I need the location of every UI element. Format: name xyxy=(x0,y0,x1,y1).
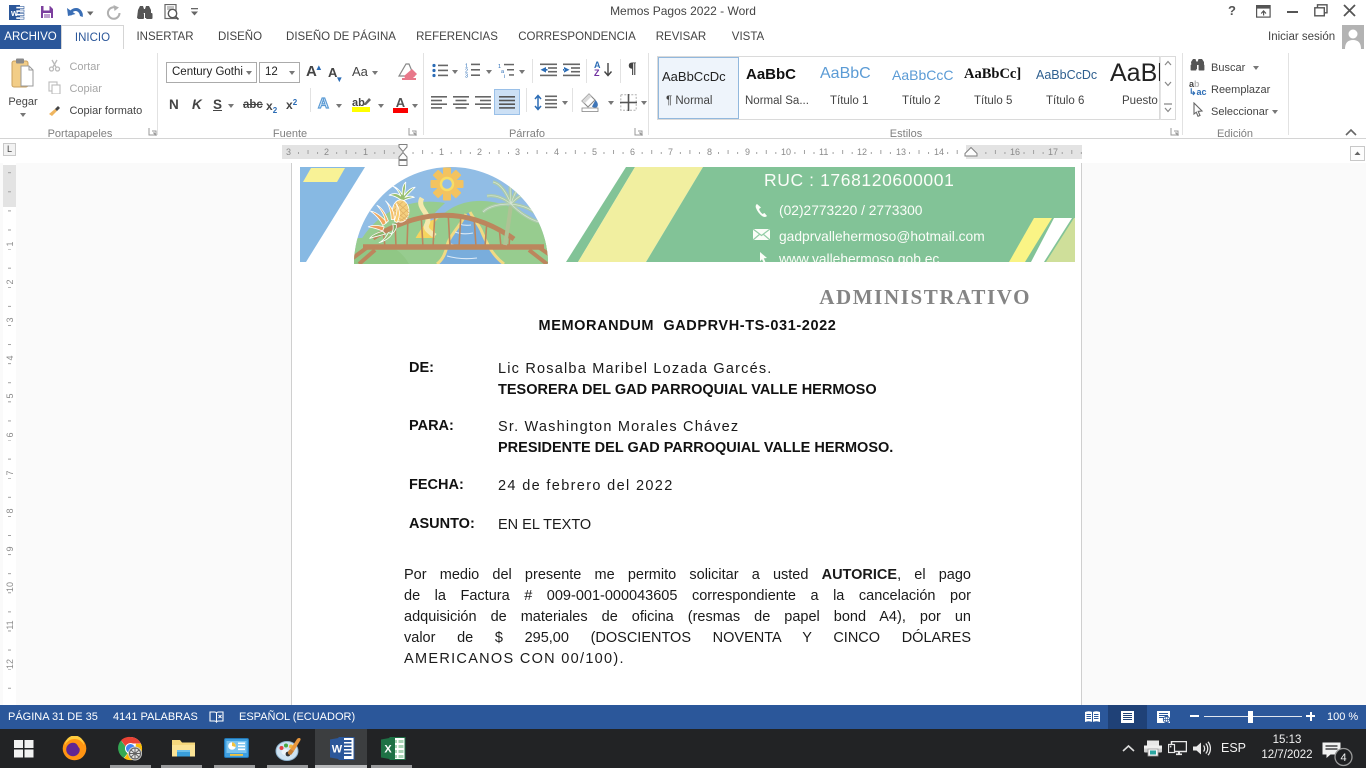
svg-text:w: w xyxy=(10,8,19,18)
svg-text:3: 3 xyxy=(465,74,468,79)
svg-text:W: W xyxy=(332,744,343,756)
svg-text:i: i xyxy=(504,74,505,78)
svg-text:4: 4 xyxy=(1340,752,1346,764)
svg-text:X: X xyxy=(384,744,392,756)
